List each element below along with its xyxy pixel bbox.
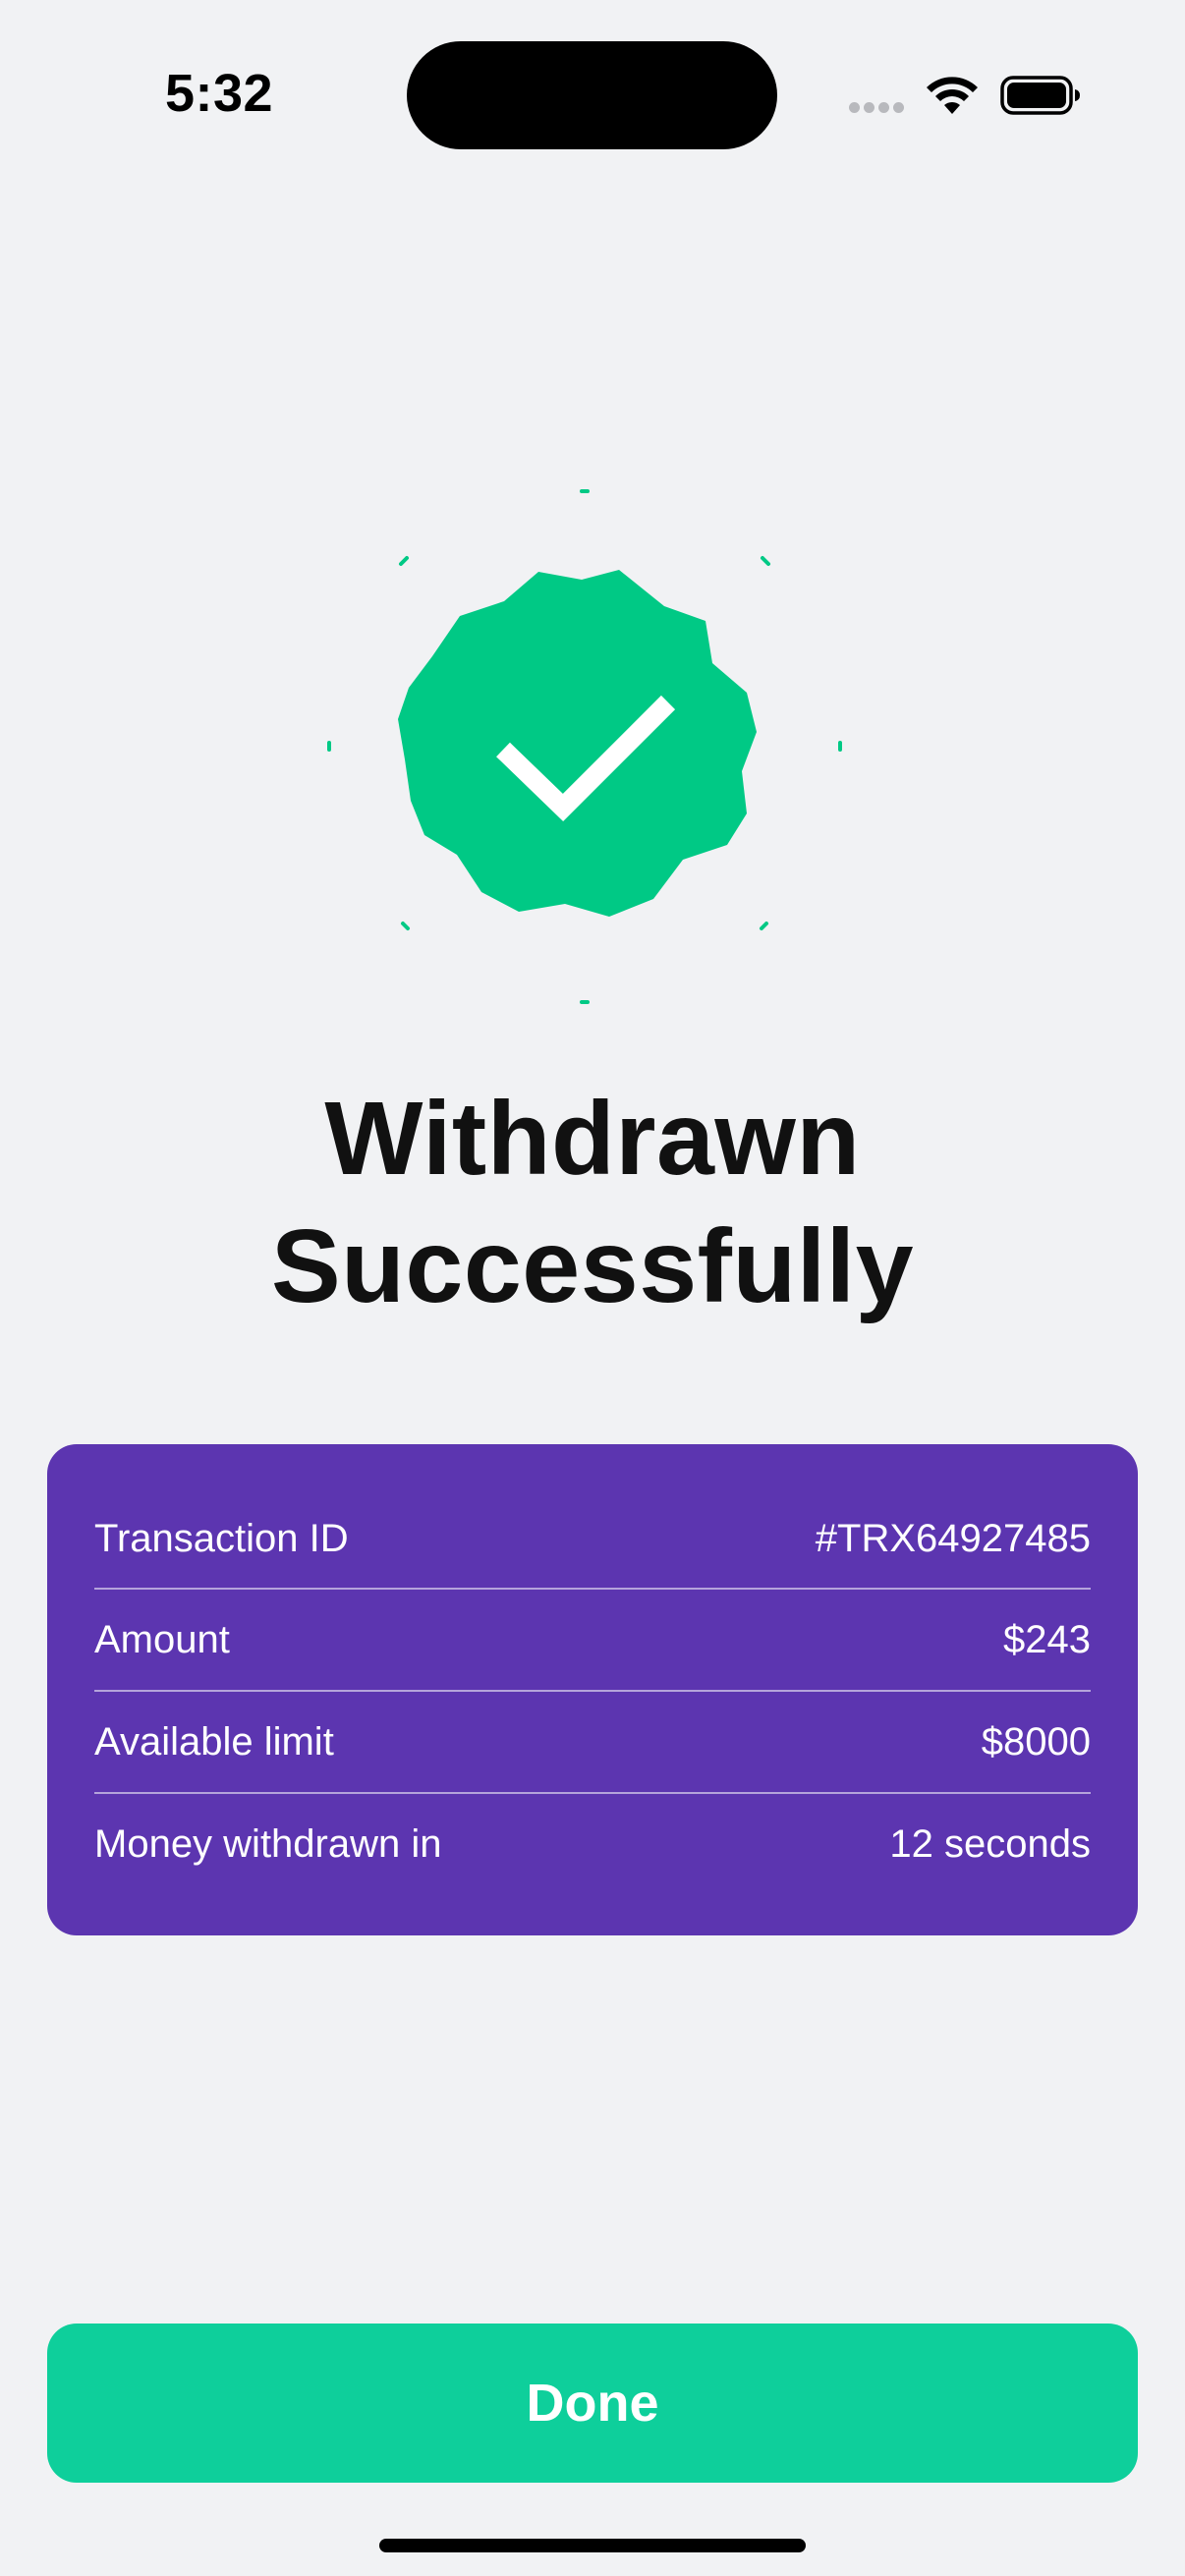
detail-label: Amount: [94, 1617, 230, 1661]
detail-value: #TRX64927485: [815, 1516, 1091, 1560]
detail-row-withdrawn-in: Money withdrawn in 12 seconds: [94, 1792, 1091, 1894]
battery-icon: [1000, 76, 1080, 115]
transaction-details-card: Transaction ID #TRX64927485 Amount $243 …: [47, 1444, 1138, 1935]
wifi-icon: [927, 77, 978, 114]
done-button[interactable]: Done: [47, 2324, 1138, 2483]
cellular-dots-icon: [849, 102, 908, 116]
success-badge: [324, 481, 855, 1012]
detail-label: Available limit: [94, 1719, 334, 1764]
detail-value: 12 seconds: [889, 1821, 1091, 1866]
status-time: 5:32: [165, 64, 274, 123]
detail-value: $8000: [981, 1719, 1091, 1764]
detail-row-available-limit: Available limit $8000: [94, 1690, 1091, 1792]
detail-label: Money withdrawn in: [94, 1821, 442, 1866]
detail-value: $243: [1003, 1617, 1091, 1661]
dynamic-island: [407, 41, 777, 149]
detail-row-amount: Amount $243: [94, 1588, 1091, 1690]
home-indicator[interactable]: [379, 2539, 806, 2552]
success-title-line2: Successfully: [270, 1208, 915, 1324]
success-title-line1: Withdrawn: [324, 1081, 861, 1197]
verified-check-badge-icon: [327, 489, 842, 1004]
detail-label: Transaction ID: [94, 1516, 349, 1560]
success-title: Withdrawn Successfully: [0, 1075, 1185, 1330]
detail-row-transaction-id: Transaction ID #TRX64927485: [94, 1489, 1091, 1588]
